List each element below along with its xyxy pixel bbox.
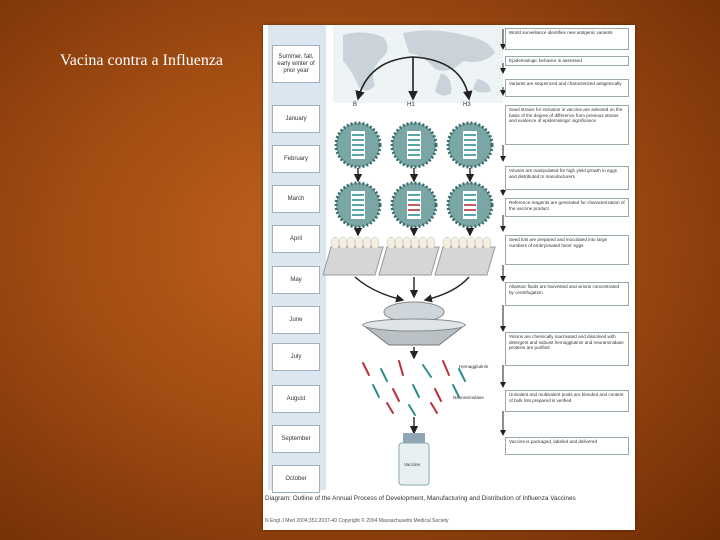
virus-row-1 — [334, 121, 494, 169]
step-seed-lots: Seed lots are prepared and inoculated in… — [505, 235, 629, 265]
strain-label-h3: H3 — [463, 102, 471, 108]
step-harvest: Allantoic fluids are harvested and virio… — [505, 282, 629, 306]
step-seed-selection: Seed strains for inclusion in vaccine ar… — [505, 105, 629, 145]
neuraminidase-label: Neuraminidase — [453, 395, 484, 400]
figure-panel: Summer, fall, early winter of prior year… — [263, 25, 635, 530]
strain-label-h1: H1 — [407, 102, 415, 108]
step-surveillance: World surveillance identifies new antige… — [505, 28, 629, 50]
centrifuge — [361, 301, 467, 346]
figure-credit: N Engl J Med 2004;351:2037-40 Copyright … — [265, 518, 449, 524]
step-epidemiology: Epidemiologic behavior is assessed — [505, 56, 629, 66]
step-blending: Univalent and multivalent pools are blen… — [505, 390, 629, 412]
virus-row-2 — [334, 181, 494, 229]
figure-caption: Diagram: Outline of the Annual Process o… — [265, 495, 576, 502]
egg-trays — [322, 236, 496, 276]
step-sequencing: Variants are sequenced and characterized… — [505, 79, 629, 97]
step-packaging: Vaccine is packaged, labeled and deliver… — [505, 437, 629, 455]
step-reference-reagents: Reference reagents are generated for cha… — [505, 198, 629, 217]
world-map — [333, 25, 503, 103]
vaccine-vial — [398, 433, 430, 486]
hemagglutinin-label: Hemagglutinin — [459, 364, 489, 369]
protein-subunits — [362, 360, 466, 416]
slide-title: Vacina contra a Influenza — [60, 52, 224, 69]
strain-label-b: B — [353, 102, 358, 108]
step-inactivation: Virions are chemically inactivated and d… — [505, 332, 629, 366]
vial-label: Vaccine — [404, 462, 421, 467]
step-high-yield: Viruses are manipulated for high yield g… — [505, 166, 629, 190]
